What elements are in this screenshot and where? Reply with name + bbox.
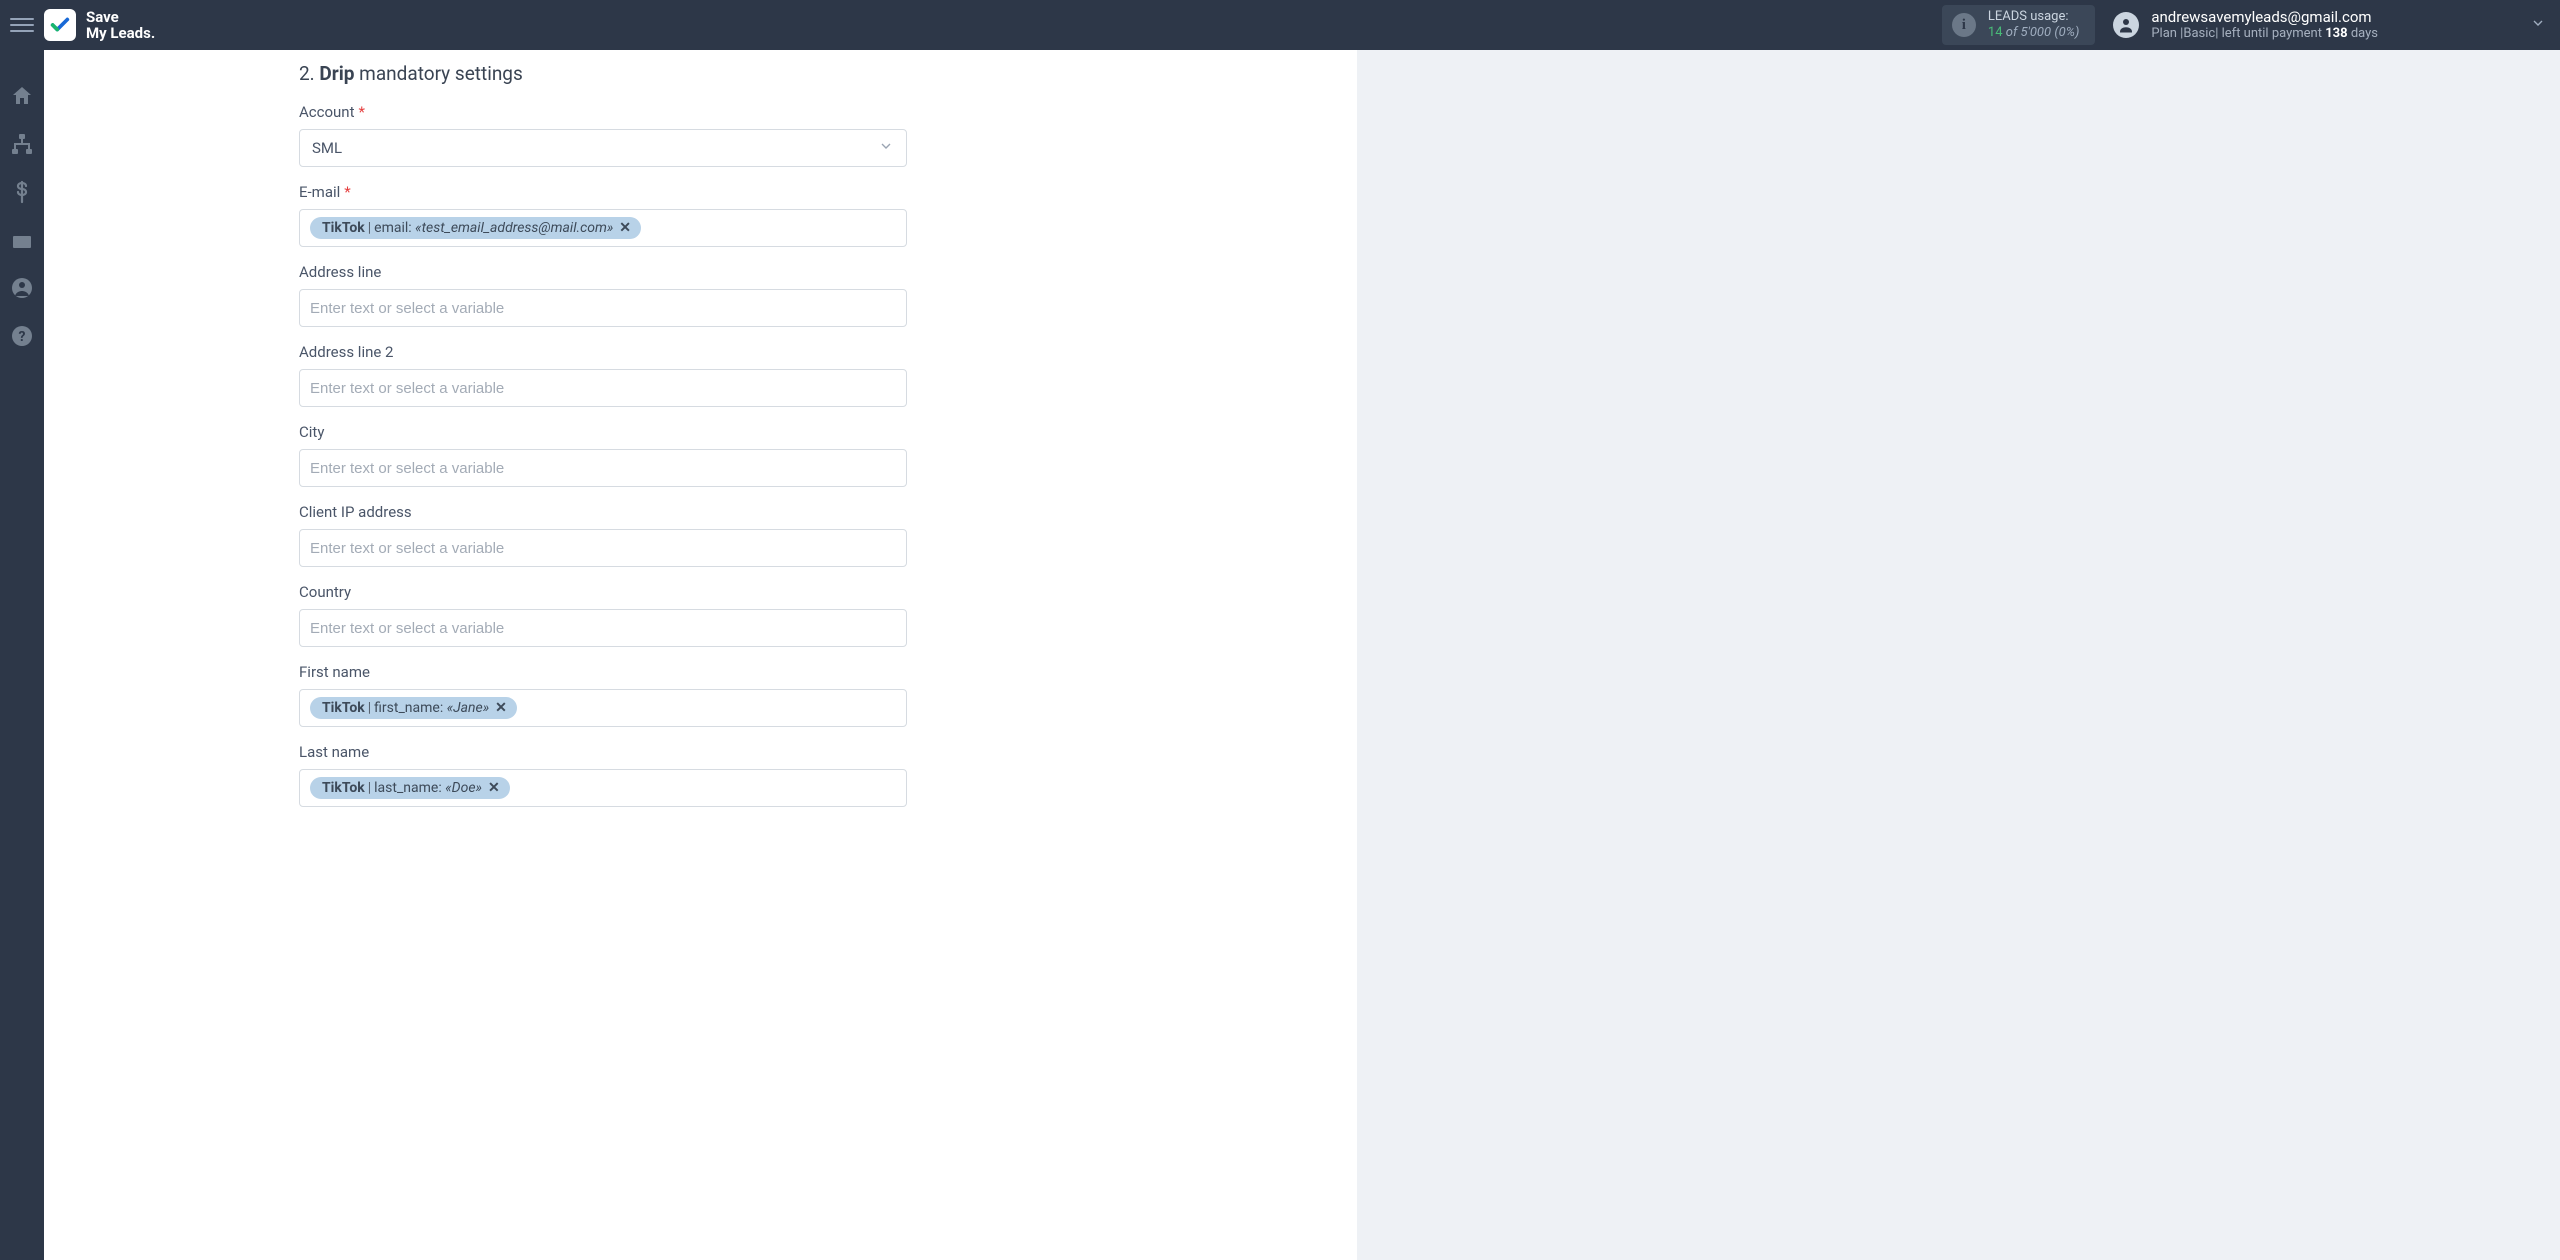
section-title: 2. Drip mandatory settings [299,62,907,85]
field-email: E-mail* TikTok | email: «test_email_addr… [299,183,907,247]
user-email: andrewsavemyleads@gmail.com [2151,8,2378,27]
address2-input[interactable] [299,369,907,407]
leads-pct: (0%) [2054,25,2079,40]
label-country: Country [299,583,907,601]
field-city: City [299,423,907,487]
lastname-variable-tag[interactable]: TikTok | last_name: «Doe» ✕ [310,777,510,799]
leads-used: 14 [1988,25,2003,40]
brand-text: Save My Leads. [86,9,155,42]
brand-line2: My Leads [86,24,151,42]
field-address2: Address line 2 [299,343,907,407]
remove-tag-icon[interactable]: ✕ [495,700,507,716]
label-firstname: First name [299,663,907,681]
chevron-down-icon[interactable] [2530,15,2546,35]
address1-input[interactable] [299,289,907,327]
field-ip: Client IP address [299,503,907,567]
remove-tag-icon[interactable]: ✕ [488,780,500,796]
svg-text:?: ? [19,329,26,345]
remove-tag-icon[interactable]: ✕ [619,220,631,236]
label-account: Account* [299,103,907,121]
form-card: 2. Drip mandatory settings Account* SML [44,50,1357,1260]
leads-label: LEADS usage: [1988,9,2079,25]
field-address1: Address line [299,263,907,327]
field-lastname: Last name TikTok | last_name: «Doe» ✕ [299,743,907,807]
user-menu[interactable]: andrewsavemyleads@gmail.com Plan |Basic|… [2113,8,2546,43]
firstname-input[interactable]: TikTok | first_name: «Jane» ✕ [299,689,907,727]
lastname-input[interactable]: TikTok | last_name: «Doe» ✕ [299,769,907,807]
account-value: SML [312,139,342,157]
leads-usage-text: LEADS usage: 14 of 5'000 (0%) [1988,9,2079,40]
city-input[interactable] [299,449,907,487]
info-icon: i [1952,13,1976,37]
menu-toggle[interactable] [10,13,34,37]
label-lastname: Last name [299,743,907,761]
field-firstname: First name TikTok | first_name: «Jane» ✕ [299,663,907,727]
help-icon[interactable]: ? [10,324,34,348]
brand-line1: Save [86,9,155,26]
brand-dot: . [151,24,155,42]
avatar-icon [2113,12,2139,38]
label-ip: Client IP address [299,503,907,521]
field-account: Account* SML [299,103,907,167]
leads-usage-pill[interactable]: i LEADS usage: 14 of 5'000 (0%) [1942,5,2095,45]
label-address1: Address line [299,263,907,281]
topbar: Save My Leads. i LEADS usage: 14 of 5'00… [0,0,2560,50]
email-variable-tag[interactable]: TikTok | email: «test_email_address@mail… [310,217,641,239]
leads-total: 5'000 [2021,25,2052,40]
field-country: Country [299,583,907,647]
ip-input[interactable] [299,529,907,567]
brand-logo[interactable] [44,9,76,41]
user-icon[interactable] [10,276,34,300]
account-select[interactable]: SML [299,129,907,167]
home-icon[interactable] [10,84,34,108]
label-email: E-mail* [299,183,907,201]
sitemap-icon[interactable] [10,132,34,156]
label-address2: Address line 2 [299,343,907,361]
email-input[interactable]: TikTok | email: «test_email_address@mail… [299,209,907,247]
user-plan: Plan |Basic| left until payment 138 days [2151,26,2378,42]
country-input[interactable] [299,609,907,647]
firstname-variable-tag[interactable]: TikTok | first_name: «Jane» ✕ [310,697,517,719]
main-scroll[interactable]: 2. Drip mandatory settings Account* SML [44,50,2560,1260]
briefcase-icon[interactable] [10,228,34,252]
sidebar: ? [0,50,44,1260]
chevron-down-icon [878,138,894,158]
dollar-icon[interactable] [10,180,34,204]
label-city: City [299,423,907,441]
